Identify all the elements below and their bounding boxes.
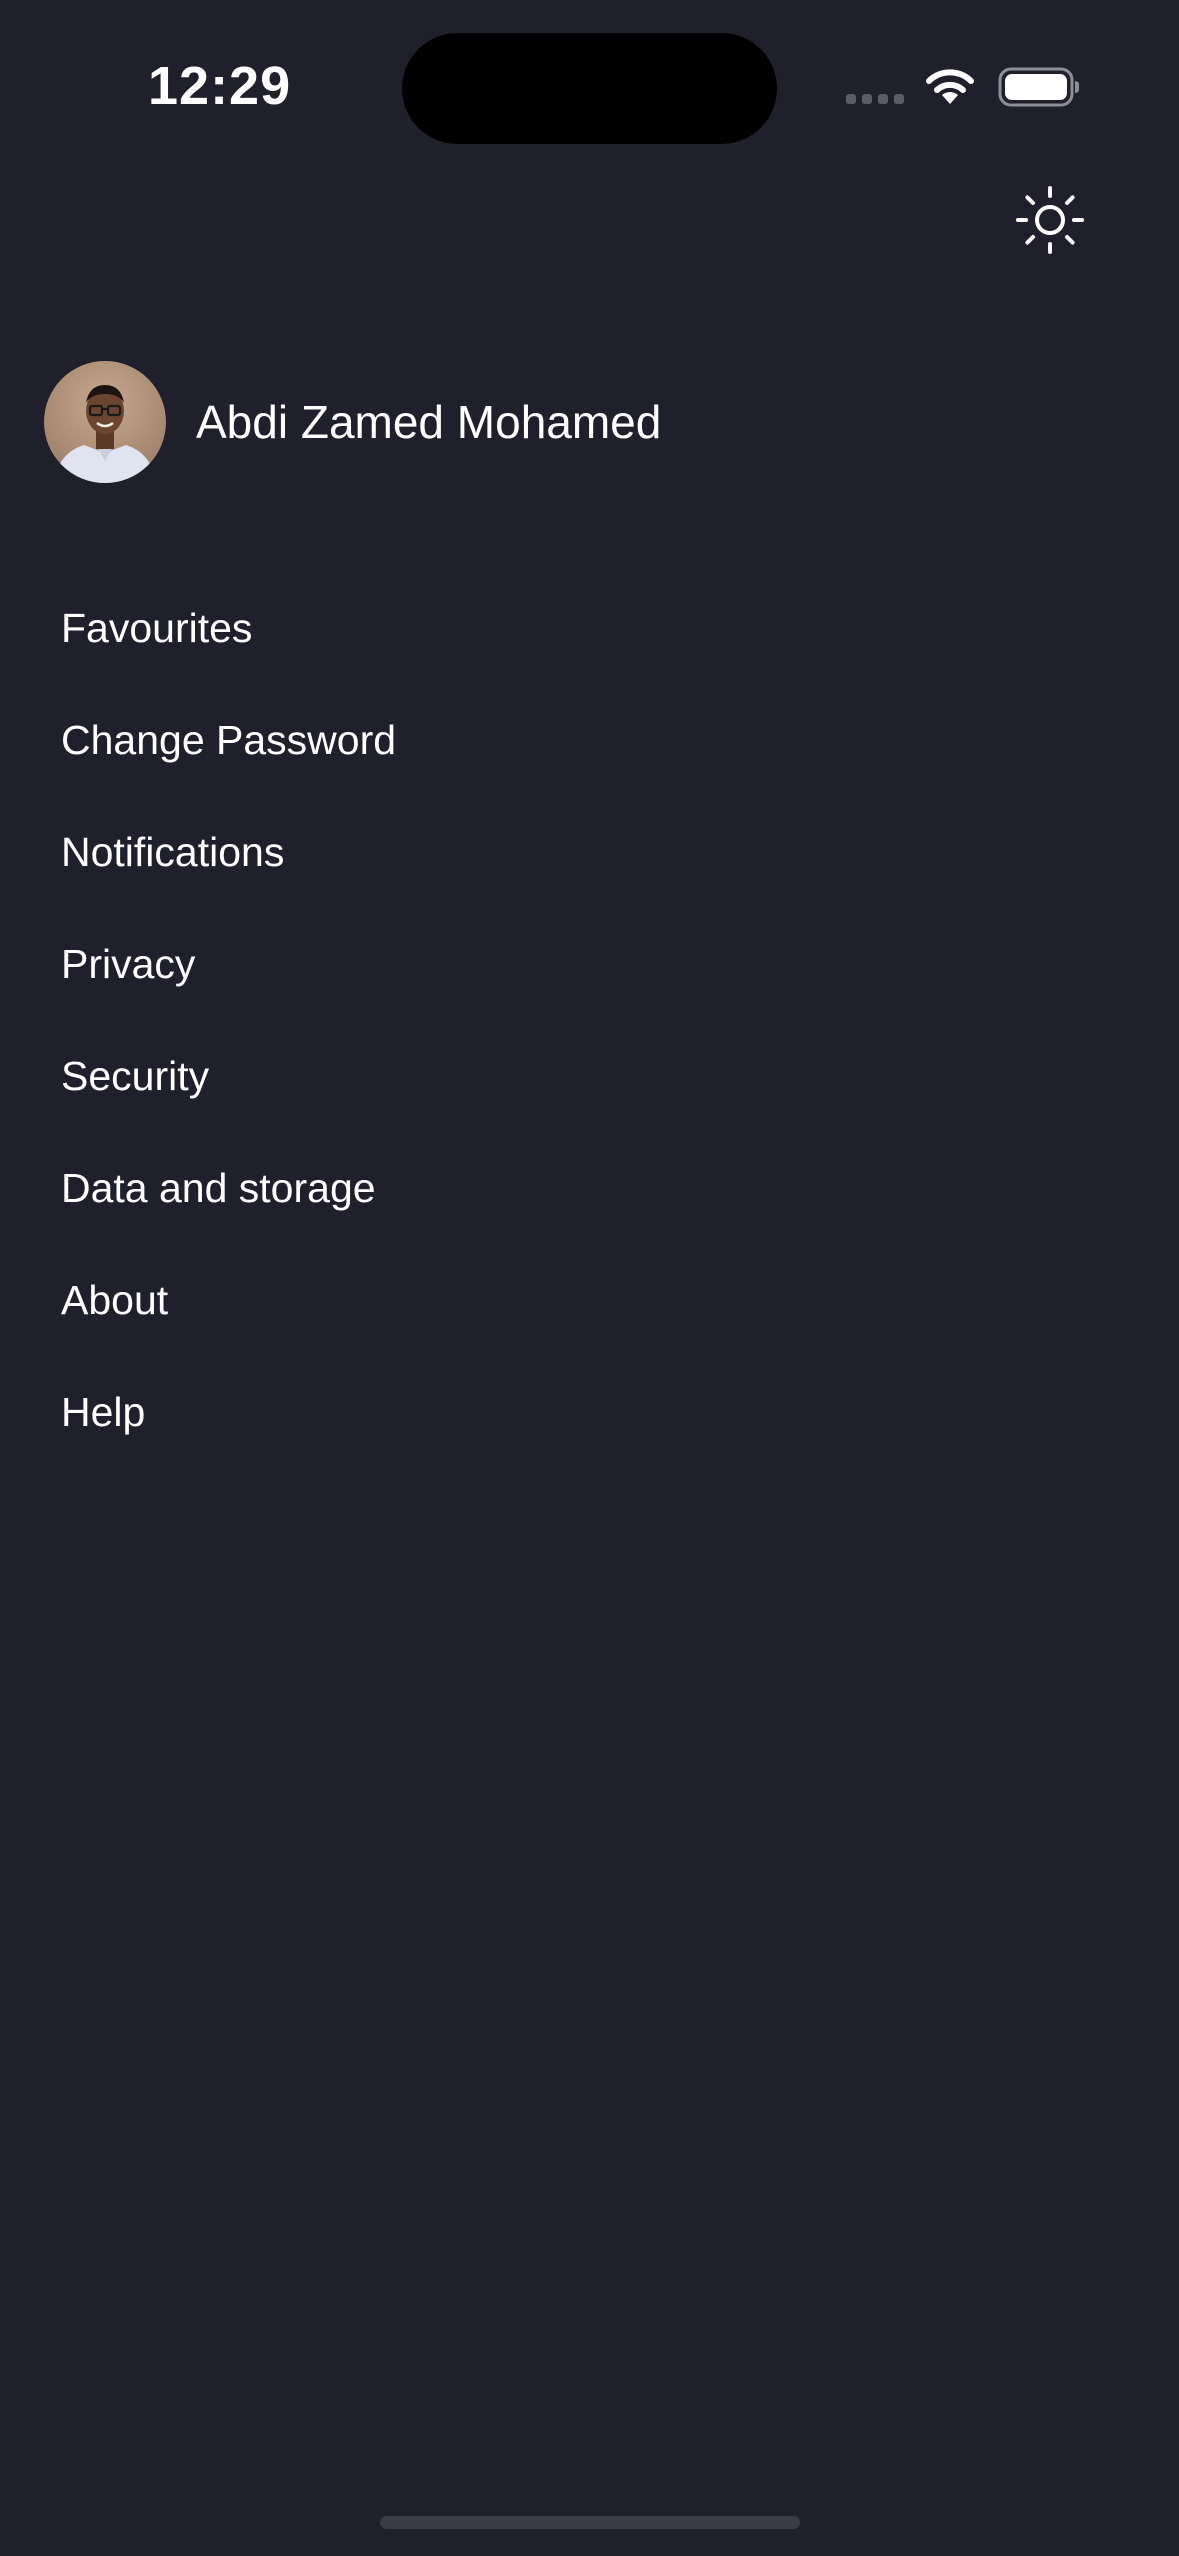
menu-item-help[interactable]: Help [61, 1356, 396, 1468]
menu-item-data-and-storage[interactable]: Data and storage [61, 1132, 396, 1244]
menu-item-security[interactable]: Security [61, 1020, 396, 1132]
sun-icon [1016, 186, 1084, 254]
menu-item-about[interactable]: About [61, 1244, 396, 1356]
menu-item-change-password[interactable]: Change Password [61, 684, 396, 796]
menu-item-favourites[interactable]: Favourites [61, 572, 396, 684]
home-indicator[interactable] [380, 2516, 800, 2529]
menu-item-notifications[interactable]: Notifications [61, 796, 396, 908]
status-time: 12:29 [148, 56, 292, 116]
avatar [44, 361, 166, 483]
profile-name: Abdi Zamed Mohamed [196, 396, 662, 448]
cellular-signal-icon [846, 94, 904, 104]
settings-menu: Favourites Change Password Notifications… [61, 572, 396, 1468]
wifi-icon [926, 69, 974, 104]
menu-item-privacy[interactable]: Privacy [61, 908, 396, 1020]
profile-header[interactable]: Abdi Zamed Mohamed [44, 360, 661, 484]
dynamic-island [402, 33, 777, 144]
battery-icon [998, 67, 1079, 107]
theme-toggle-button[interactable] [1012, 182, 1088, 258]
